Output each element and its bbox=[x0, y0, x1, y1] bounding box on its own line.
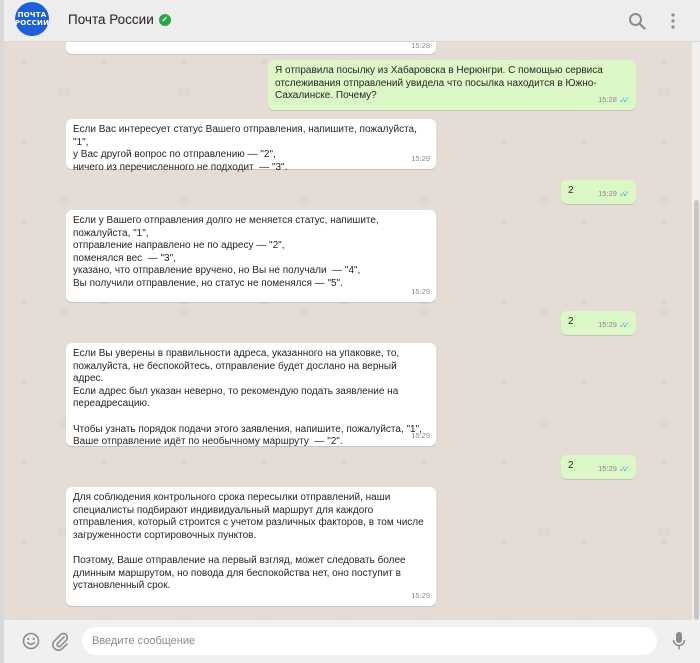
avatar-line1: ПОЧТА bbox=[17, 11, 47, 19]
message-time: 15:28 bbox=[411, 42, 430, 51]
message-incoming[interactable]: Если Вы уверены в правильности адреса, у… bbox=[66, 343, 436, 448]
message-incoming[interactable]: 15:28 bbox=[66, 42, 436, 54]
message-input[interactable] bbox=[82, 627, 657, 655]
message-text: Если Вы уверены в правильности адреса, у… bbox=[73, 348, 422, 448]
paperclip-icon[interactable] bbox=[51, 631, 69, 651]
message-time: 15:29 bbox=[411, 287, 430, 297]
verified-check-icon: ✓ bbox=[158, 13, 171, 26]
contact-info[interactable]: Почта России ✓ bbox=[68, 12, 171, 27]
message-time: 15:29 bbox=[598, 189, 617, 199]
message-outgoing[interactable]: 2 15:29 ✓✓ bbox=[561, 180, 636, 204]
read-ticks-icon: ✓✓ bbox=[618, 189, 630, 200]
message-time: 15:29 bbox=[411, 431, 430, 441]
message-incoming[interactable]: Для соблюдения контрольного срока пересы… bbox=[66, 487, 436, 606]
read-ticks-icon: ✓✓ bbox=[618, 320, 630, 331]
message-outgoing[interactable]: 2 15:29 ✓✓ bbox=[561, 311, 636, 335]
contact-name: Почта России bbox=[68, 12, 154, 27]
message-time: 15:28 bbox=[598, 95, 617, 105]
chat-header: ПОЧТА РОССИИ Почта России ✓ bbox=[4, 0, 700, 42]
avatar-line2: РОССИИ bbox=[14, 19, 50, 27]
message-time: 15:29 bbox=[411, 591, 430, 601]
message-list[interactable]: 15:28 Я отправила посылку из Хабаровска … bbox=[4, 42, 692, 620]
search-icon[interactable] bbox=[628, 12, 646, 30]
avatar[interactable]: ПОЧТА РОССИИ bbox=[15, 2, 49, 36]
message-outgoing[interactable]: 2 15:29 ✓✓ bbox=[561, 455, 636, 479]
more-vertical-icon[interactable] bbox=[668, 12, 678, 30]
scrollbar-thumb[interactable] bbox=[694, 200, 699, 620]
message-incoming[interactable]: Если у Вашего отправления долго не меняе… bbox=[66, 210, 436, 302]
message-composer bbox=[4, 620, 700, 663]
read-ticks-icon: ✓✓ bbox=[618, 464, 630, 475]
message-time: 15:29 bbox=[598, 320, 617, 330]
message-time: 15:29 bbox=[598, 464, 617, 474]
message-text: Я отправила посылку из Хабаровска в Нерю… bbox=[275, 65, 603, 102]
message-text: Если Вас интересует статус Вашего отправ… bbox=[73, 124, 417, 173]
message-text: Если у Вашего отправления долго не меняе… bbox=[73, 215, 379, 289]
read-ticks-icon: ✓✓ bbox=[618, 95, 630, 106]
message-text: Для соблюдения контрольного срока пересы… bbox=[73, 492, 424, 592]
message-time: 15:29 bbox=[411, 154, 430, 164]
microphone-icon[interactable] bbox=[672, 631, 686, 651]
emoji-icon[interactable] bbox=[22, 632, 40, 650]
message-incoming[interactable]: Если Вас интересует статус Вашего отправ… bbox=[66, 119, 436, 173]
message-outgoing[interactable]: Я отправила посылку из Хабаровска в Нерю… bbox=[268, 60, 636, 110]
